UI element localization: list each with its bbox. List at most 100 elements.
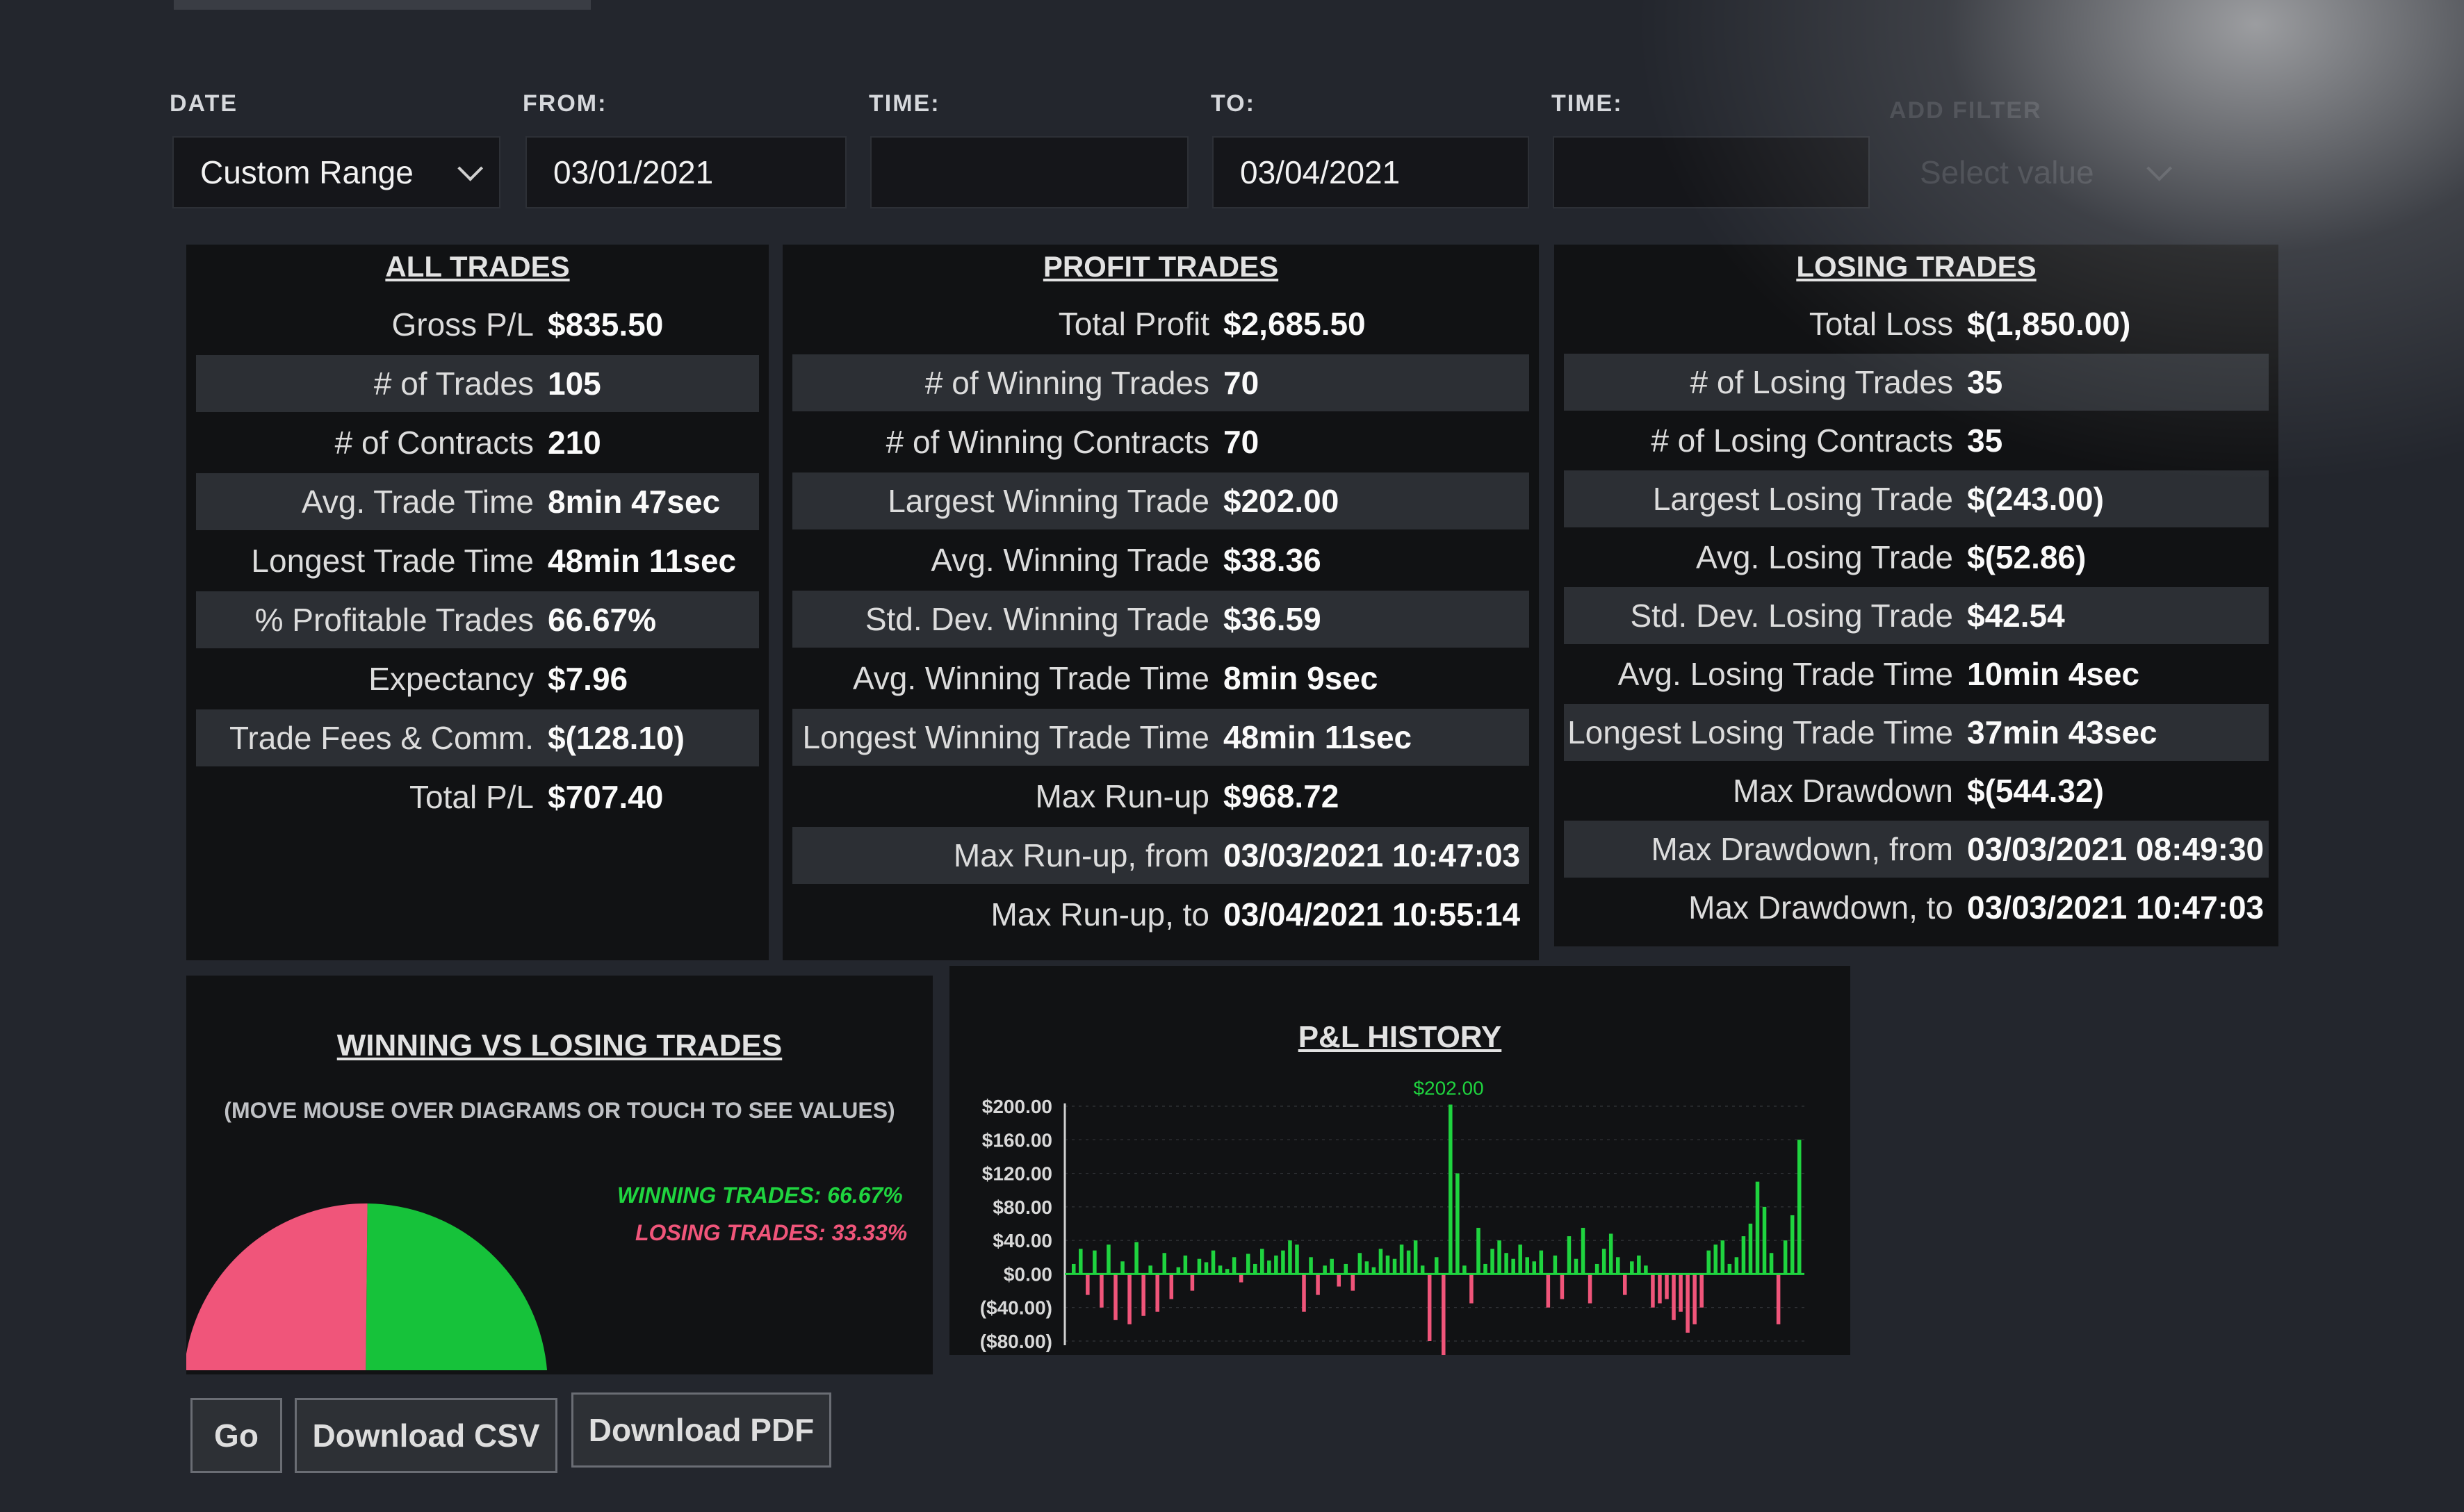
pl-bar[interactable] — [1337, 1274, 1341, 1287]
pl-bar[interactable] — [1518, 1244, 1522, 1274]
pl-bar[interactable] — [1232, 1257, 1237, 1274]
pl-bar[interactable] — [1797, 1140, 1802, 1274]
pl-bar[interactable] — [1267, 1260, 1271, 1274]
pl-bar[interactable] — [1748, 1224, 1753, 1274]
win-loss-pie-chart[interactable] — [186, 976, 933, 1374]
pl-bar[interactable] — [1490, 1249, 1494, 1274]
download-csv-button[interactable]: Download CSV — [295, 1398, 557, 1473]
pl-bar[interactable] — [1776, 1274, 1781, 1324]
pl-bar[interactable] — [1762, 1206, 1767, 1274]
pl-bar[interactable] — [1079, 1249, 1083, 1274]
go-button[interactable]: Go — [190, 1398, 282, 1473]
pl-bar[interactable] — [1623, 1274, 1627, 1295]
pl-bar[interactable] — [1127, 1274, 1132, 1324]
pl-bar[interactable] — [1309, 1257, 1313, 1274]
pl-bar[interactable] — [1434, 1257, 1439, 1274]
pl-bar[interactable] — [1476, 1228, 1480, 1274]
pl-bar[interactable] — [1727, 1263, 1732, 1274]
pl-bar[interactable] — [1630, 1261, 1634, 1274]
pl-bar[interactable] — [1442, 1274, 1446, 1355]
pl-bar[interactable] — [1608, 1233, 1613, 1274]
pl-bar[interactable] — [1741, 1236, 1746, 1274]
pl-bar[interactable] — [1392, 1258, 1397, 1274]
date-range-select[interactable]: Custom Range — [172, 136, 500, 208]
pl-bar[interactable] — [1483, 1263, 1487, 1274]
pl-bar[interactable] — [1665, 1274, 1669, 1299]
pl-bar[interactable] — [1511, 1258, 1515, 1274]
pl-bar[interactable] — [1141, 1274, 1145, 1316]
pl-bar[interactable] — [1679, 1274, 1683, 1312]
pl-bar[interactable] — [1637, 1255, 1641, 1274]
pl-bar[interactable] — [1469, 1274, 1474, 1304]
pl-bar[interactable] — [1706, 1250, 1711, 1274]
pl-bar[interactable] — [1385, 1255, 1390, 1274]
pl-bar[interactable] — [1413, 1240, 1418, 1274]
pl-bar[interactable] — [1323, 1265, 1327, 1274]
pl-bar[interactable] — [1720, 1240, 1725, 1274]
pl-bar[interactable] — [1734, 1257, 1739, 1274]
pl-bar[interactable] — [1162, 1253, 1167, 1274]
pl-bar[interactable] — [1455, 1173, 1460, 1274]
pl-bar[interactable] — [1692, 1274, 1697, 1324]
pl-bar[interactable] — [1790, 1215, 1795, 1274]
pl-bar[interactable] — [1588, 1274, 1592, 1304]
pl-bar[interactable] — [1364, 1261, 1369, 1274]
pl-bar[interactable] — [1553, 1255, 1558, 1274]
pl-bar[interactable] — [1755, 1181, 1760, 1274]
pl-bar[interactable] — [1330, 1258, 1334, 1274]
pl-bar[interactable] — [1072, 1263, 1076, 1274]
pl-bar[interactable] — [1672, 1274, 1676, 1320]
pl-bar[interactable] — [1288, 1240, 1292, 1274]
pl-bar[interactable] — [1190, 1274, 1195, 1291]
pl-bar[interactable] — [1357, 1253, 1362, 1274]
pl-bar[interactable] — [1260, 1249, 1264, 1274]
pl-bar[interactable] — [1274, 1255, 1278, 1274]
pl-bar[interactable] — [1427, 1274, 1432, 1341]
pl-bar[interactable] — [1197, 1258, 1202, 1274]
to-time-input[interactable] — [1553, 136, 1870, 208]
pl-bar[interactable] — [1148, 1265, 1152, 1274]
pl-bar[interactable] — [1211, 1250, 1216, 1274]
pl-bar[interactable] — [1120, 1261, 1125, 1274]
add-filter-select[interactable]: Select value — [1891, 136, 2189, 208]
pl-bar[interactable] — [1525, 1257, 1529, 1274]
pl-bar[interactable] — [1107, 1244, 1111, 1274]
pl-bar[interactable] — [1581, 1228, 1585, 1274]
pl-bar[interactable] — [1218, 1265, 1223, 1274]
pl-bar[interactable] — [1086, 1274, 1090, 1295]
pl-bar[interactable] — [1560, 1274, 1565, 1299]
pl-bar[interactable] — [1462, 1265, 1467, 1274]
pl-bar[interactable] — [1351, 1274, 1355, 1291]
from-time-input[interactable] — [870, 136, 1189, 208]
pl-bar[interactable] — [1378, 1249, 1383, 1274]
pl-bar[interactable] — [1420, 1265, 1425, 1274]
pl-bar[interactable] — [1204, 1262, 1209, 1274]
to-date-input[interactable]: 03/04/2021 — [1212, 136, 1529, 208]
download-pdf-button[interactable]: Download PDF — [571, 1392, 831, 1468]
pl-bar[interactable] — [1134, 1242, 1139, 1274]
pl-bar[interactable] — [1239, 1274, 1243, 1283]
pl-bar[interactable] — [1295, 1244, 1299, 1274]
pl-bar[interactable] — [1399, 1244, 1404, 1274]
pl-bar[interactable] — [1281, 1250, 1285, 1274]
pl-bar[interactable] — [1344, 1263, 1348, 1274]
pl-bar[interactable] — [1615, 1257, 1620, 1274]
pl-bar[interactable] — [1169, 1274, 1174, 1299]
pl-bar[interactable] — [1532, 1261, 1537, 1274]
pl-bar[interactable] — [1651, 1274, 1655, 1308]
pl-bar[interactable] — [1497, 1240, 1501, 1274]
pl-bar[interactable] — [1093, 1250, 1097, 1274]
pl-bar[interactable] — [1100, 1274, 1104, 1308]
pl-bar[interactable] — [1406, 1250, 1411, 1274]
pl-bar[interactable] — [1601, 1249, 1606, 1274]
pl-bar[interactable] — [1155, 1274, 1159, 1312]
pl-history-bar-chart[interactable]: $200.00 $160.00 $120.00 $80.00 $40.00 $0.00 ($… — [949, 966, 1850, 1355]
pl-bar[interactable] — [1644, 1265, 1648, 1274]
pl-bar[interactable] — [1567, 1236, 1572, 1274]
pl-bar[interactable] — [1546, 1274, 1551, 1308]
pl-bar[interactable] — [1658, 1274, 1662, 1304]
pl-bar[interactable] — [1316, 1274, 1320, 1295]
pl-bar[interactable] — [1686, 1274, 1690, 1333]
pl-bar[interactable] — [1574, 1258, 1578, 1274]
pl-bar[interactable] — [1449, 1104, 1453, 1274]
